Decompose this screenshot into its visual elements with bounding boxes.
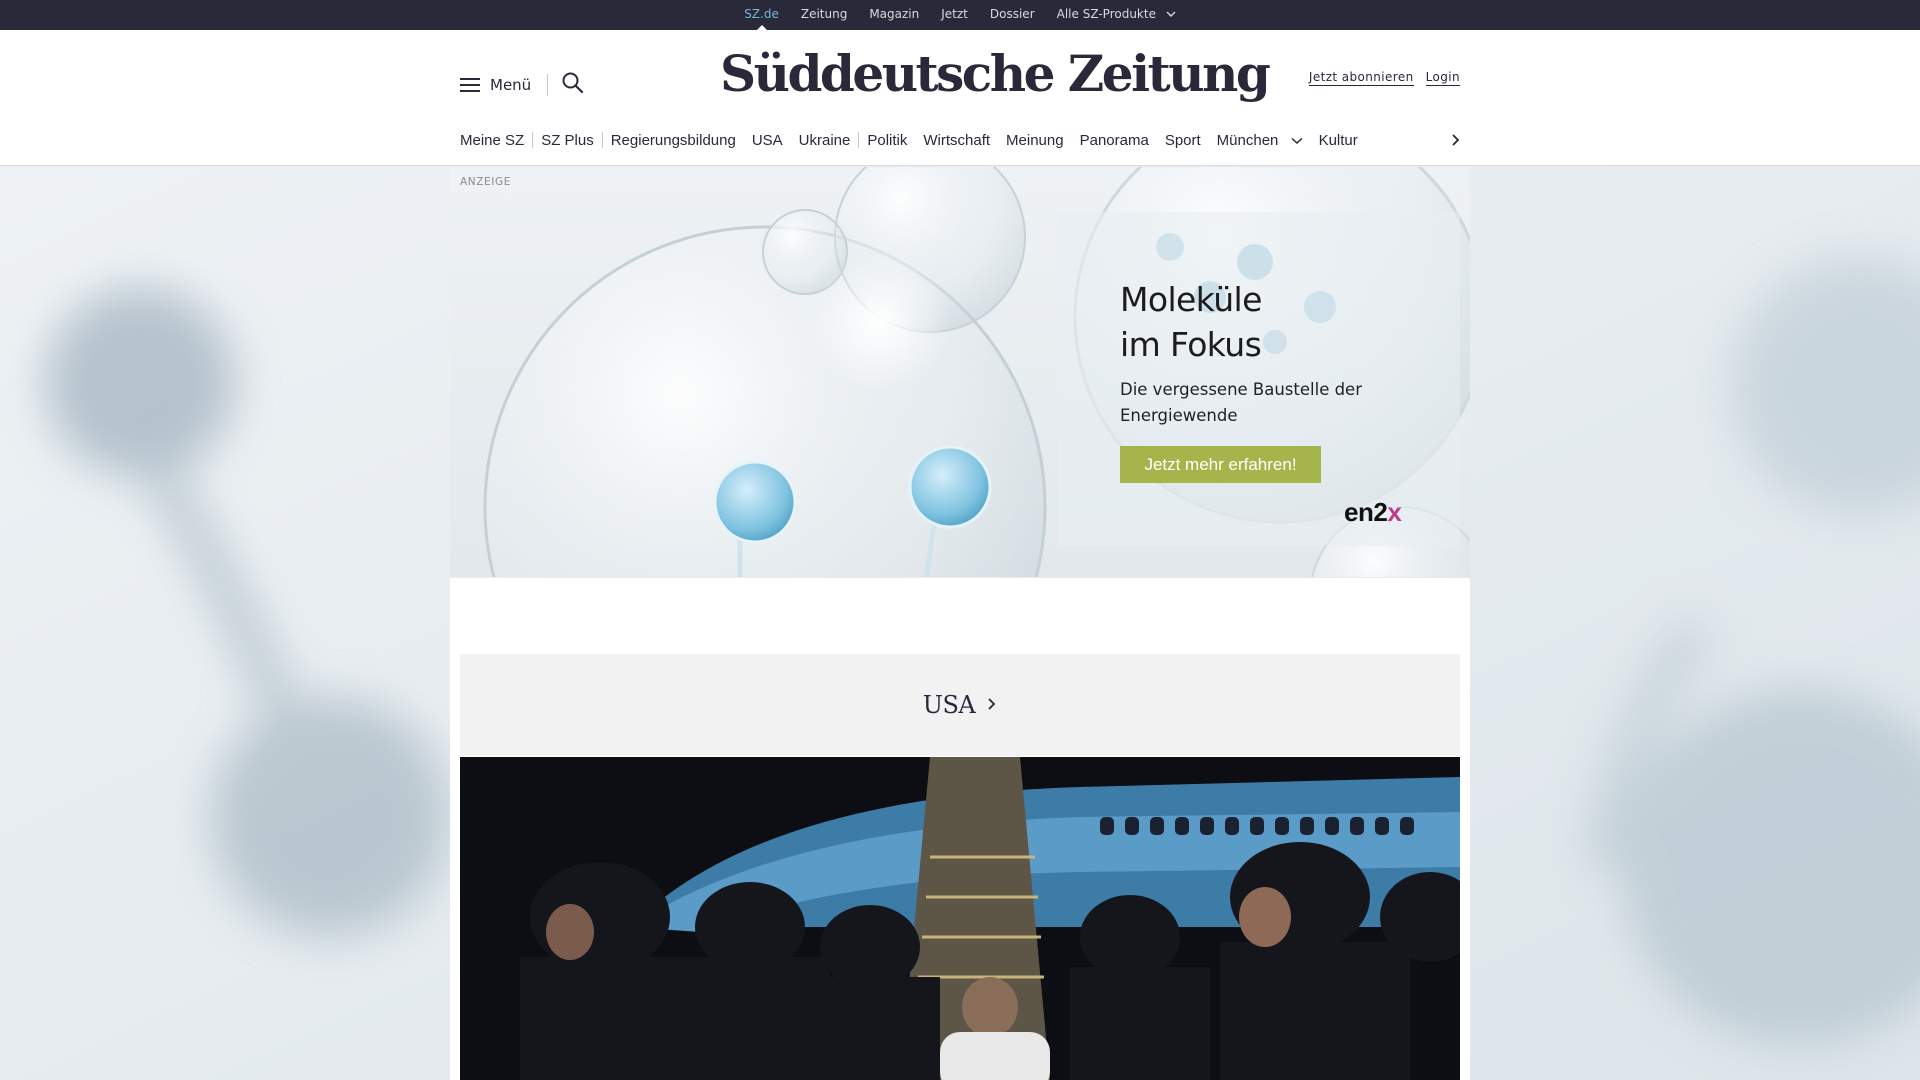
site-logo[interactable]: Süddeutsche Zeitung [720,44,1271,103]
photo-police-airplane [460,757,1460,1080]
chevron-right-icon [1452,134,1460,146]
ad-label: ANZEIGE [460,176,511,188]
nav-item-kultur[interactable]: Kultur [1311,132,1366,149]
nav-item-meine-sz[interactable]: Meine SZ [460,132,532,149]
nav-item-ukraine[interactable]: Ukraine [791,132,859,149]
product-bar: SZ.de Zeitung Magazin Jetzt Dossier Alle… [0,0,1920,31]
login-link[interactable]: Login [1425,70,1460,86]
topbar-link-zeitung[interactable]: Zeitung [790,0,858,30]
search-button[interactable] [560,70,586,96]
topbar-link-sz-de[interactable]: SZ.de [733,0,790,31]
lead-article-image[interactable] [460,757,1460,1080]
section-title: USA [922,691,976,719]
nav-item-usa[interactable]: USA [744,132,791,149]
section-header-usa[interactable]: USA [460,654,1460,756]
nav-item-panorama[interactable]: Panorama [1072,132,1157,149]
search-icon [562,72,584,94]
chevron-down-icon [1166,2,1176,30]
ad-headline: Moleküle im Fokus [1120,280,1262,364]
site-header: Menü Süddeutsche Zeitung Jetzt abonniere… [0,30,1920,166]
ad-cta-button[interactable]: Jetzt mehr erfahren! [1120,446,1321,483]
subscribe-link[interactable]: Jetzt abonnieren [1308,70,1414,86]
nav-item-muenchen[interactable]: München [1209,132,1311,149]
nav-item-sport[interactable]: Sport [1157,132,1209,149]
topbar-link-dossier[interactable]: Dossier [979,0,1046,30]
menu-button[interactable]: Menü [460,70,531,100]
nav-item-politik[interactable]: Politik [859,132,915,149]
topbar-link-magazin[interactable]: Magazin [858,0,930,30]
nav-item-wirtschaft[interactable]: Wirtschaft [915,132,998,149]
nav-item-meinung[interactable]: Meinung [998,132,1072,149]
ad-brand-logo: en2x [1344,497,1402,527]
header-divider [547,74,548,96]
chevron-down-icon [1291,136,1303,148]
menu-label: Menü [490,76,532,94]
nav-item-muenchen-label: München [1216,131,1279,149]
account-links: Jetzt abonnieren Login [1308,70,1460,86]
nav-scroll-right-button[interactable] [1448,126,1464,154]
topbar-link-alle-produkte[interactable]: Alle SZ-Produkte [1046,0,1187,30]
hamburger-icon [460,77,480,93]
nav-item-regierungsbildung[interactable]: Regierungsbildung [603,132,744,149]
nav-item-sz-plus[interactable]: SZ Plus [533,132,602,149]
ad-subheadline: Die vergessene Baustelle der Energiewend… [1120,380,1362,425]
topbar-link-alle-produkte-label: Alle SZ-Produkte [1056,7,1156,21]
topbar-link-jetzt[interactable]: Jetzt [930,0,979,30]
chevron-right-icon [987,696,997,715]
main-navigation: Meine SZ SZ Plus Regierungsbildung USA U… [460,126,1460,154]
